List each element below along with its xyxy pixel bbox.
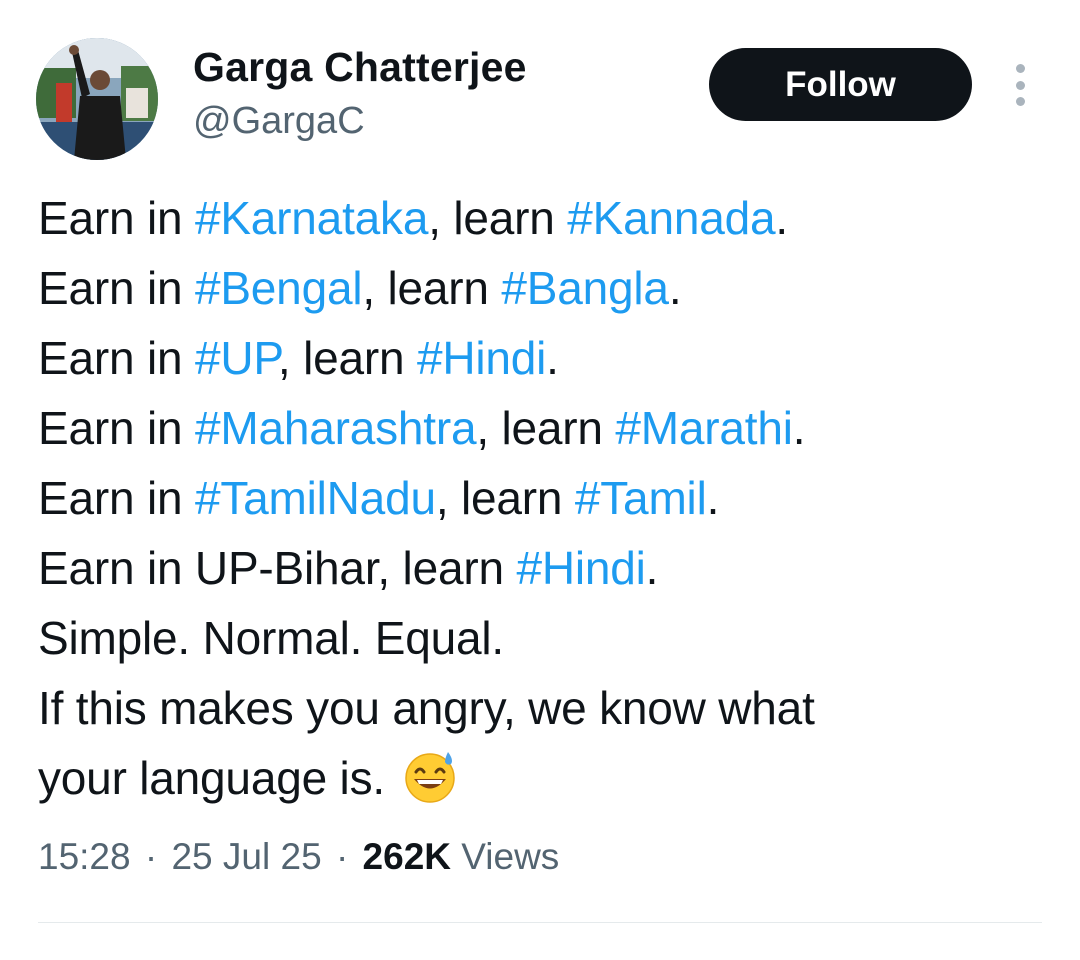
- tweet-text-segment: Earn in: [38, 402, 195, 454]
- more-dot: [1015, 97, 1025, 106]
- tweet-text-segment: Earn in UP-Bihar, learn: [38, 542, 517, 594]
- avatar[interactable]: [36, 38, 158, 160]
- tweet-time[interactable]: 15:28: [38, 836, 131, 877]
- follow-button[interactable]: Follow: [709, 48, 972, 121]
- tweet-text: Earn in #Karnataka, learn #Kannada. Earn …: [38, 183, 1048, 813]
- hashtag-link[interactable]: #Hindi: [516, 542, 645, 594]
- tweet-text-segment: Earn in: [38, 262, 195, 314]
- tweet-text-segment: your language is.: [38, 752, 398, 804]
- avatar-image: [36, 38, 158, 160]
- tweet-line: Earn in #Karnataka, learn #Kannada.: [38, 183, 1048, 253]
- views-label: Views: [461, 836, 560, 877]
- tweet-date[interactable]: 25 Jul 25: [171, 836, 321, 877]
- more-vertical-icon[interactable]: [1002, 60, 1038, 110]
- meta-separator: ·: [144, 836, 158, 877]
- tweet-text-segment: .: [546, 332, 559, 384]
- grinning-sweat-emoji: [402, 748, 458, 804]
- tweet-line: your language is.: [38, 743, 1048, 813]
- tweet-text-segment: .: [668, 262, 682, 314]
- author-name[interactable]: Garga Chatterjee: [193, 44, 527, 91]
- tweet-line: Earn in #UP, learn #Hindi.: [38, 323, 1048, 393]
- tweet-text-segment: .: [792, 402, 806, 454]
- tweet-text-segment: , learn: [362, 262, 502, 314]
- tweet-text-segment: Earn in: [38, 472, 195, 524]
- tweet-text-segment: Earn in: [38, 332, 195, 384]
- hashtag-link[interactable]: #Bangla: [501, 262, 669, 314]
- tweet-text-segment: Earn in: [38, 192, 195, 244]
- hashtag-link[interactable]: #Hindi: [417, 332, 546, 384]
- tweet-text-segment: , learn: [277, 332, 417, 384]
- author-handle[interactable]: @GargaC: [193, 100, 365, 143]
- tweet-line: Simple. Normal. Equal.: [38, 603, 1048, 673]
- tweet-text-segment: , learn: [428, 192, 568, 244]
- tweet-line: Earn in UP-Bihar, learn #Hindi.: [38, 533, 1048, 603]
- tweet-text-segment: .: [645, 542, 659, 594]
- hashtag-link[interactable]: #Marathi: [615, 402, 793, 454]
- hashtag-link[interactable]: #Kannada: [567, 192, 775, 244]
- tweet-line: Earn in #Maharashtra, learn #Marathi.: [38, 393, 1048, 463]
- hashtag-link[interactable]: #Tamil: [575, 472, 707, 524]
- hashtag-link[interactable]: #UP: [195, 332, 278, 384]
- tweet-line: Earn in #Bengal, learn #Bangla.: [38, 253, 1048, 323]
- views-count[interactable]: 262K: [363, 836, 451, 877]
- hashtag-link[interactable]: #Bengal: [195, 262, 363, 314]
- meta-separator: ·: [335, 836, 349, 877]
- tweet-text-segment: , learn: [435, 472, 575, 524]
- hashtag-link[interactable]: #TamilNadu: [195, 472, 436, 524]
- tweet-meta: 15:28 · 25 Jul 25 · 262K Views: [38, 836, 559, 878]
- divider: [38, 922, 1042, 923]
- tweet-text-segment: If this makes you angry, we know what: [38, 682, 815, 734]
- more-dot: [1015, 80, 1025, 90]
- tweet-line: If this makes you angry, we know what: [38, 673, 1048, 743]
- tweet-line: Earn in #TamilNadu, learn #Tamil.: [38, 463, 1048, 533]
- tweet-text-segment: Simple. Normal. Equal.: [38, 612, 504, 664]
- tweet-text-segment: , learn: [476, 402, 616, 454]
- tweet-text-segment: .: [706, 472, 720, 524]
- more-dot: [1015, 64, 1025, 73]
- hashtag-link[interactable]: #Maharashtra: [195, 402, 477, 454]
- tweet-text-segment: .: [775, 192, 789, 244]
- hashtag-link[interactable]: #Karnataka: [195, 192, 428, 244]
- tweet-card: Garga Chatterjee @GargaC Follow Earn in …: [0, 0, 1080, 960]
